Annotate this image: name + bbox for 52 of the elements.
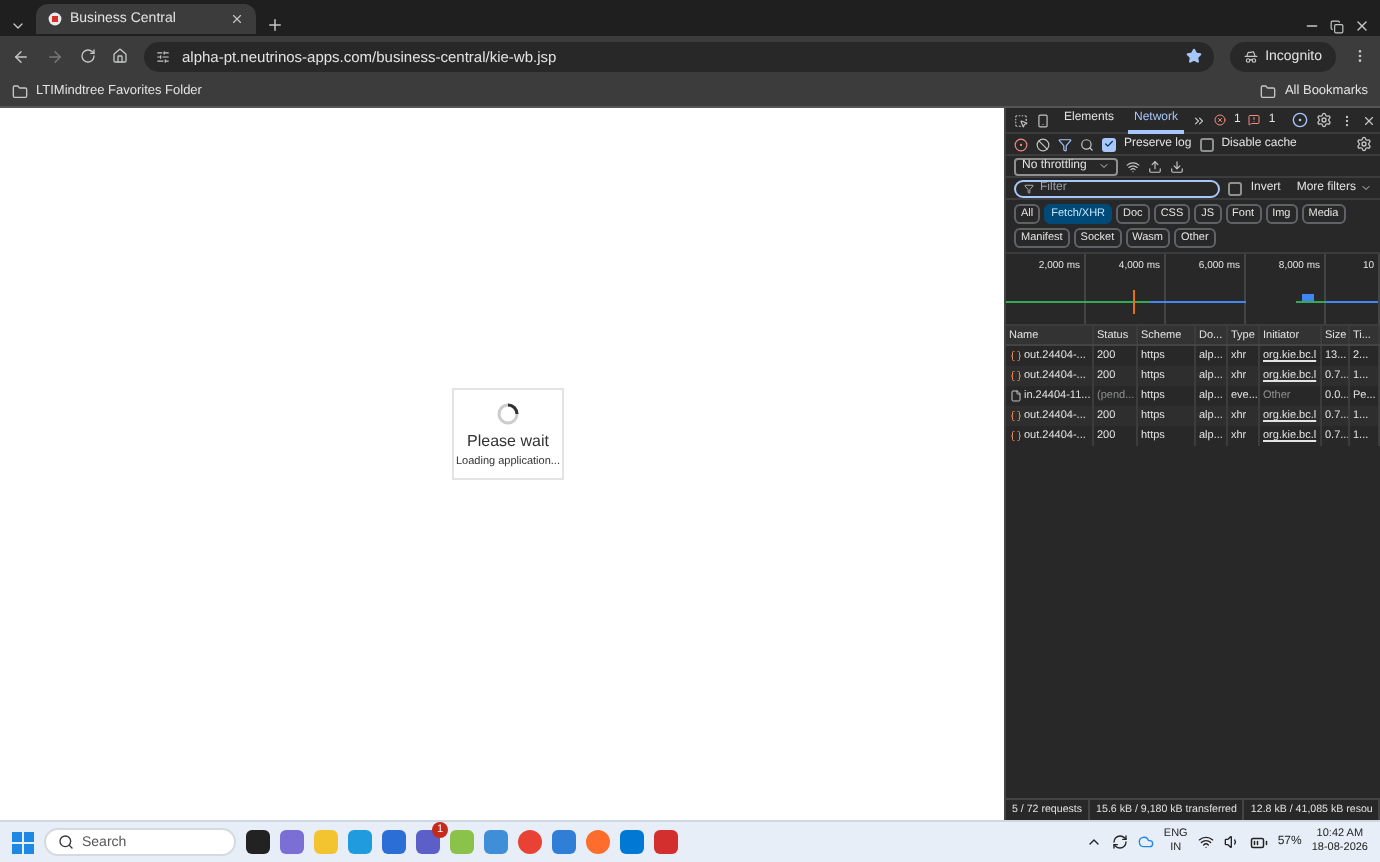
- record-icon[interactable]: [1014, 137, 1028, 151]
- reload-button[interactable]: [80, 48, 96, 64]
- app-icon[interactable]: [484, 830, 508, 854]
- forward-button[interactable]: [46, 47, 64, 65]
- app-icon[interactable]: [280, 830, 304, 854]
- restore-button[interactable]: [1330, 20, 1344, 34]
- close-icon[interactable]: [1361, 113, 1376, 127]
- braces-icon: [1009, 350, 1021, 362]
- filter-icon: [1024, 183, 1034, 193]
- search-icon: [58, 834, 74, 850]
- home-button[interactable]: [112, 48, 128, 64]
- download-icon[interactable]: [1170, 159, 1184, 173]
- upload-icon[interactable]: [1148, 159, 1162, 173]
- spinner-icon: [496, 401, 520, 425]
- error-icon: [1214, 114, 1227, 126]
- caret-icon: [1360, 182, 1372, 194]
- braces-icon: [1009, 430, 1021, 442]
- inspect-icon[interactable]: [1014, 113, 1028, 127]
- close-button[interactable]: [1354, 18, 1370, 34]
- wifi-icon[interactable]: [1126, 159, 1140, 173]
- issue-icon: [1248, 114, 1261, 126]
- loader-title: Please wait: [467, 431, 549, 449]
- site-info-icon[interactable]: [156, 49, 170, 63]
- disable-cache-checkbox[interactable]: [1199, 137, 1214, 151]
- app-icon[interactable]: [552, 830, 576, 854]
- caret-up-icon[interactable]: [1085, 834, 1102, 850]
- volume-icon[interactable]: [1223, 834, 1240, 850]
- star-icon[interactable]: [1185, 48, 1202, 64]
- braces-icon: [1009, 370, 1021, 382]
- preserve-log-checkbox[interactable]: [1102, 137, 1116, 151]
- filter-icon[interactable]: [1058, 137, 1072, 151]
- caret-icon: [1098, 160, 1110, 172]
- clear-icon[interactable]: [1036, 137, 1050, 151]
- cloud-icon[interactable]: [1137, 834, 1154, 850]
- device-icon[interactable]: [1036, 113, 1050, 127]
- site-favicon: [48, 12, 62, 26]
- app-icon[interactable]: [654, 830, 678, 854]
- start-icon[interactable]: [12, 831, 34, 853]
- battery-icon[interactable]: [1249, 833, 1268, 851]
- close-icon[interactable]: [230, 12, 244, 26]
- invert-checkbox[interactable]: [1228, 181, 1243, 195]
- settings-icon[interactable]: [1315, 112, 1332, 128]
- settings-icon[interactable]: [1356, 136, 1372, 152]
- back-button[interactable]: [12, 47, 30, 65]
- document-icon: [1009, 390, 1021, 402]
- incognito-icon: [1243, 49, 1258, 63]
- wifi-icon[interactable]: [1197, 834, 1214, 850]
- new-tab-button[interactable]: [266, 16, 284, 34]
- tab-search-button[interactable]: [10, 18, 26, 34]
- braces-icon: [1009, 410, 1021, 422]
- more-tabs-icon[interactable]: [1192, 113, 1207, 127]
- search-icon[interactable]: [1080, 137, 1094, 151]
